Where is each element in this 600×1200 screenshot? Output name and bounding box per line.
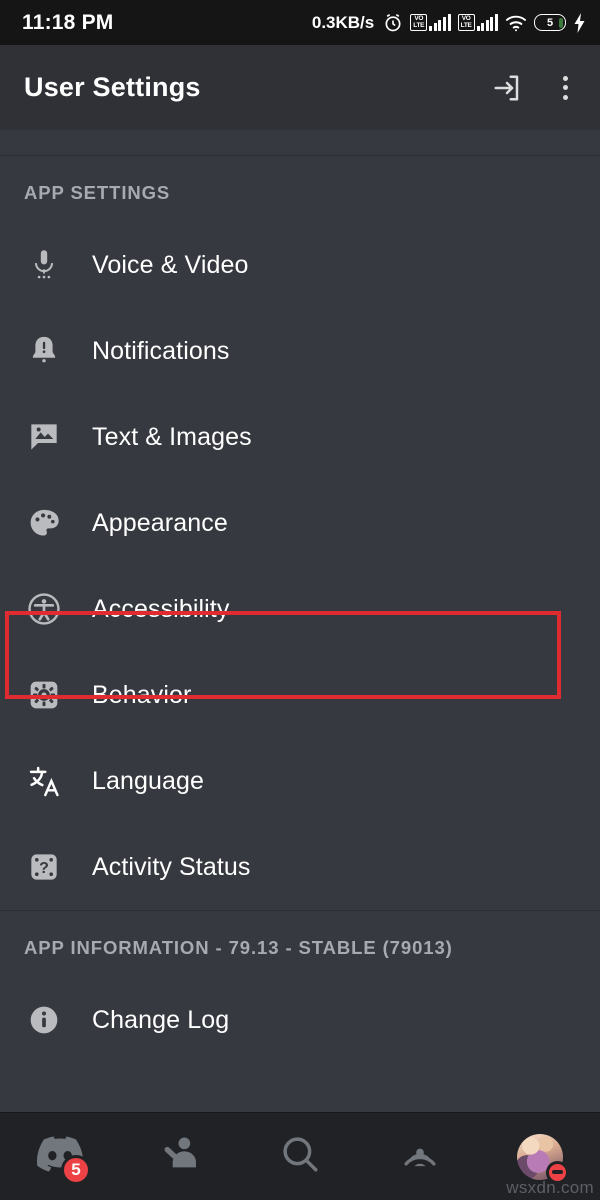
settings-row-label: Notifications [92,336,230,365]
sim2-volte-signal: VO LTE [457,14,498,31]
microphone-icon [24,245,64,285]
volte-icon-2: VO LTE [457,14,475,31]
svg-text:?: ? [39,860,49,877]
page-title: User Settings [24,72,201,102]
nav-item-servers[interactable]: 5 [5,1113,115,1200]
settings-row-label: Voice & Video [92,250,249,279]
settings-row-text-images[interactable]: Text & Images [0,394,600,480]
app-bar-spacer [0,130,600,155]
settings-row-label: Change Log [92,1005,230,1034]
translate-icon [24,761,64,801]
settings-row-activity-status[interactable]: ? Activity Status [0,824,600,910]
settings-row-accessibility[interactable]: Accessibility [0,566,600,652]
settings-row-notifications[interactable]: Notifications [0,308,600,394]
kebab-menu-icon[interactable] [552,73,578,103]
sim1-volte-signal: VO LTE [410,14,451,31]
settings-row-label: Language [92,766,205,795]
chat-image-icon [24,417,64,457]
settings-row-language[interactable]: Language [0,738,600,824]
settings-row-voice-video[interactable]: Voice & Video [0,222,600,308]
accessibility-icon [24,589,64,629]
settings-list: APP SETTINGS Voice & Video Notifications… [0,156,600,1112]
wifi-icon [505,14,527,32]
watermark: wsxdn.com [506,1178,594,1197]
app-bar-actions [492,73,578,103]
friends-icon [159,1134,201,1179]
logout-icon[interactable] [492,73,522,103]
settings-row-label: Activity Status [92,852,251,881]
settings-row-label: Appearance [92,508,228,537]
lightning-bolt-icon [573,12,586,33]
server-unread-badge: 5 [61,1154,91,1185]
battery-indicator: 5 [534,14,566,31]
user-avatar [517,1133,569,1184]
palette-icon [24,503,64,543]
settings-screen: 11:18 PM 0.3KB/s VO LTE VO LTE 5 User Se… [0,0,600,1200]
settings-row-change-log[interactable]: Change Log [0,977,600,1063]
nav-item-search[interactable] [245,1113,355,1200]
settings-row-label: Accessibility [92,594,230,623]
network-rate-text: 0.3KB/s [311,12,375,32]
settings-row-appearance[interactable]: Appearance [0,480,600,566]
section-header-app-settings: APP SETTINGS [24,182,171,203]
bottom-navigation: 5 wsxdn.com [0,1112,600,1200]
volte-icon-1: VO LTE [410,14,428,31]
signal-bars-1 [429,14,451,31]
settings-row-label: Text & Images [92,422,252,451]
search-icon [279,1133,321,1180]
settings-row-label: Behavior [92,680,192,709]
game-activity-icon: ? [24,847,64,887]
signal-bars-2 [476,14,498,31]
app-bar: User Settings [0,45,600,130]
status-bar-clock: 11:18 PM [22,10,114,34]
bell-alert-icon [24,331,64,371]
nav-item-friends[interactable] [125,1113,235,1200]
nav-item-mentions[interactable] [365,1113,475,1200]
info-circle-icon [24,1000,64,1040]
status-bar-icons: 0.3KB/s VO LTE VO LTE 5 [311,12,586,33]
alarm-clock-icon [383,13,403,33]
status-bar: 11:18 PM 0.3KB/s VO LTE VO LTE 5 [0,0,600,45]
settings-row-behavior[interactable]: Behavior [0,652,600,738]
mentions-icon [398,1132,442,1181]
section-header-app-information: APP INFORMATION - 79.13 - STABLE (79013) [24,937,453,958]
gear-square-icon [24,675,64,715]
